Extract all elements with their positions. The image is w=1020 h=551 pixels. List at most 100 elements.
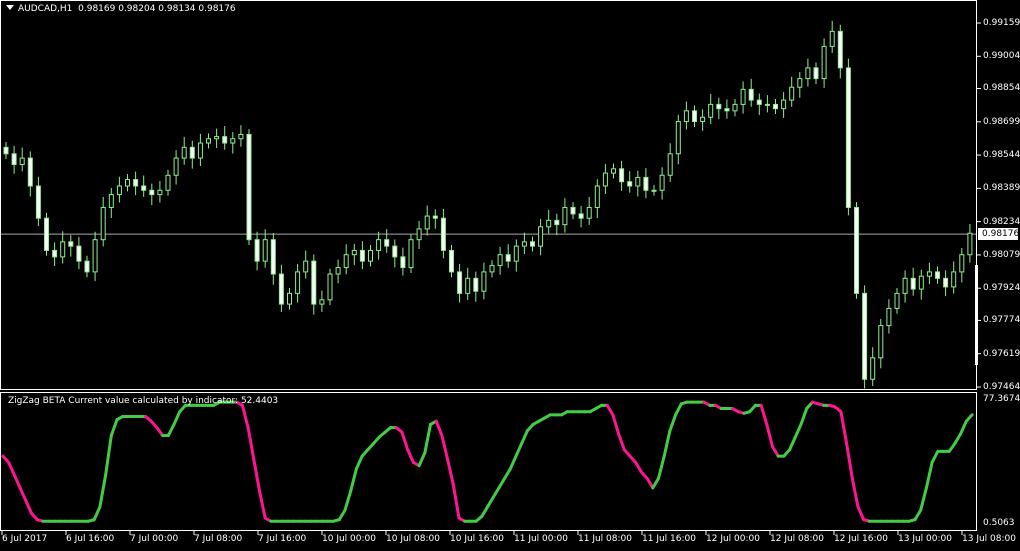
time-tick-label: 6 Jul 16:00: [66, 534, 115, 544]
candle-body: [416, 228, 422, 241]
candle-body: [562, 206, 568, 226]
candle-body: [100, 206, 106, 241]
time-tick-label: 11 Jul 16:00: [642, 534, 696, 544]
candle-body: [278, 273, 284, 305]
candle-body: [594, 185, 600, 208]
candle-body: [611, 168, 616, 174]
time-tick-label: 10 Jul 08:00: [386, 534, 440, 544]
candle-body: [141, 185, 147, 191]
ohlc-values: 0.98169 0.98204 0.98134 0.98176: [78, 4, 236, 14]
time-tick-label: 7 Jul 08:00: [194, 534, 243, 544]
candle-body: [918, 275, 924, 290]
candle-body: [351, 249, 357, 256]
candle-body: [538, 226, 544, 247]
candle-body: [943, 277, 949, 288]
candle-body: [894, 292, 900, 309]
candle-body: [457, 271, 463, 294]
candle-body: [959, 254, 965, 273]
candle-body: [530, 241, 535, 247]
indicator-max-label: 77.3674: [983, 394, 1020, 404]
candle-body: [773, 103, 778, 110]
candle-body: [214, 136, 220, 140]
price-tick-label: 0.98234: [983, 216, 1020, 227]
candle-body: [108, 194, 114, 208]
candle-body: [376, 239, 382, 251]
candle-body: [68, 241, 74, 247]
candle-body: [230, 138, 236, 144]
price-tick-label: 0.99004: [983, 51, 1020, 62]
candle-body: [935, 271, 940, 279]
price-tick-label: 0.99159: [983, 18, 1020, 28]
indicator-label: ZigZag BETA Current value calculated by …: [8, 396, 279, 406]
time-tick-label: 7 Jul 00:00: [130, 534, 179, 544]
candle-body: [392, 245, 398, 258]
price-tick-label: 0.97464: [983, 382, 1020, 392]
candle-body: [408, 239, 414, 269]
symbol-timeframe: AUDCAD,H1: [18, 4, 73, 14]
candle-body: [732, 103, 738, 112]
indicator-min-label: 0.5063: [983, 518, 1015, 528]
time-tick-label: 11 Jul 00:00: [514, 534, 568, 544]
chart-window[interactable]: [0, 0, 1020, 551]
candle-body: [586, 206, 592, 219]
candle-body: [821, 45, 827, 80]
candle-body: [60, 241, 66, 258]
candle-body: [262, 239, 268, 262]
time-tick-label: 12 Jul 00:00: [706, 534, 760, 544]
candle-body: [837, 30, 843, 69]
candle-body: [11, 153, 17, 166]
candle-body: [748, 88, 754, 101]
candle-body: [845, 67, 851, 208]
current-price-label: 0.98176: [978, 228, 1019, 240]
time-tick-label: 10 Jul 00:00: [322, 534, 376, 544]
candle-body: [35, 185, 41, 219]
price-tick-label: 0.98079: [983, 249, 1020, 260]
price-tick-label: 0.97924: [983, 283, 1020, 294]
candle-body: [311, 260, 317, 305]
price-tick-label: 0.97774: [983, 315, 1020, 326]
candle-body: [359, 249, 365, 262]
candle-body: [497, 254, 503, 266]
candle-body: [578, 213, 584, 219]
candle-body: [764, 103, 770, 106]
scroll-indicator[interactable]: [975, 265, 978, 365]
candle-body: [440, 217, 446, 251]
candle-body: [870, 357, 876, 380]
candle-body: [400, 256, 406, 269]
candle-body: [910, 277, 916, 290]
candle-body: [797, 78, 803, 88]
candle-body: [724, 108, 730, 112]
candle-body: [570, 206, 576, 215]
candle-body: [384, 239, 390, 247]
candle-body: [489, 264, 495, 273]
candle-body: [254, 239, 260, 262]
candle-body: [740, 88, 746, 105]
time-tick-label: 7 Jul 16:00: [258, 534, 307, 544]
candle-body: [505, 254, 511, 262]
candle-body: [206, 138, 211, 144]
candle-body: [651, 189, 657, 192]
candle-body: [189, 146, 195, 159]
candle-body: [246, 133, 252, 241]
time-tick-label: 12 Jul 08:00: [770, 534, 824, 544]
candle-body: [270, 239, 276, 275]
candle-body: [125, 179, 130, 187]
candle-body: [327, 273, 333, 301]
price-tick-label: 0.98699: [983, 116, 1020, 127]
dropdown-triangle-icon[interactable]: [6, 5, 14, 10]
candle-body: [481, 271, 487, 292]
candle-body: [27, 157, 33, 187]
candle-body: [789, 86, 795, 101]
candle-body: [76, 245, 82, 262]
candle-body: [157, 189, 163, 196]
candle-body: [602, 172, 608, 187]
candle-body: [303, 260, 309, 273]
candle-body: [92, 239, 98, 273]
candle-body: [951, 271, 957, 288]
time-tick-label: 13 Jul 00:00: [898, 534, 952, 544]
candle-body: [675, 121, 681, 155]
candle-body: [465, 277, 471, 294]
candle-body: [287, 292, 292, 305]
price-tick-label: 0.98389: [983, 183, 1020, 194]
candle-body: [619, 168, 625, 183]
